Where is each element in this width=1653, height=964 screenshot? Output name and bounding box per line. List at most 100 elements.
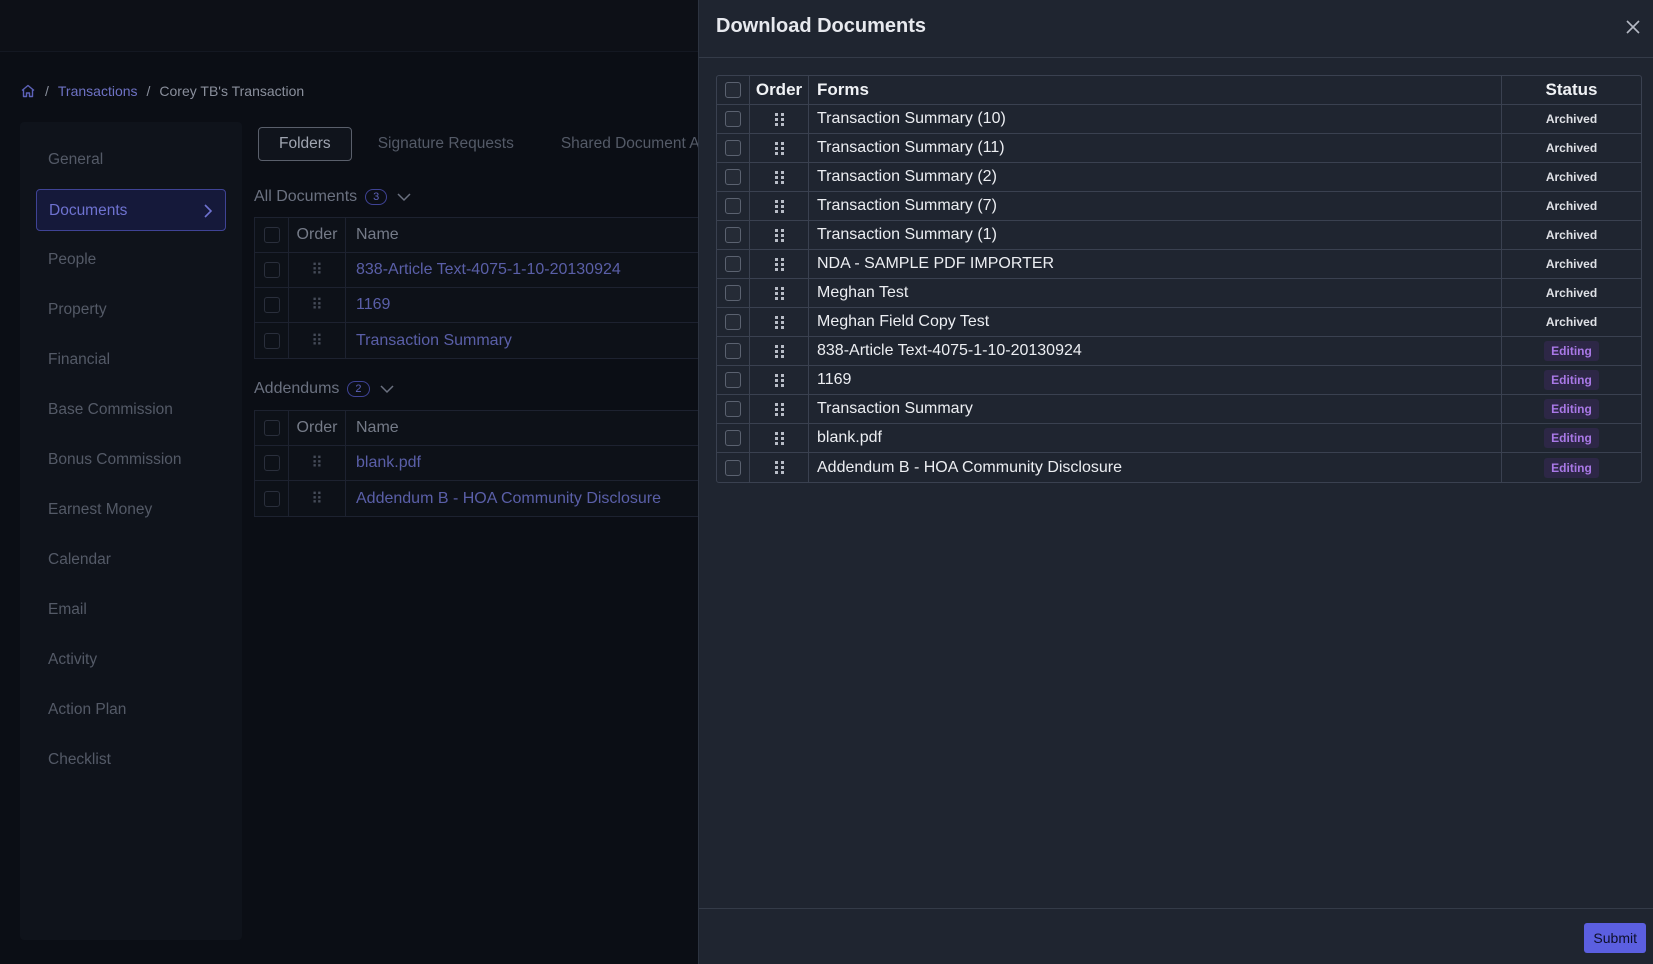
table-row: ⠿ 838-Article Text-4075-1-10-20130924 <box>255 253 698 288</box>
close-button[interactable] <box>1620 14 1646 40</box>
table-row: NDA - SAMPLE PDF IMPORTER Archived <box>717 250 1641 279</box>
all-documents-table: Order Name ⠿ 838-Article Text-4075-1-10-… <box>254 217 699 359</box>
breadcrumb-transactions[interactable]: Transactions <box>58 83 138 99</box>
sidebar-item-financial[interactable]: Financial <box>36 339 226 381</box>
table-header-row: Order Name <box>255 218 698 253</box>
row-checkbox[interactable] <box>725 198 741 214</box>
status-badge: Editing <box>1544 428 1599 448</box>
tab-signature-requests[interactable]: Signature Requests <box>378 135 514 153</box>
drag-handle-icon[interactable] <box>750 279 809 307</box>
document-link[interactable]: blank.pdf <box>346 454 421 472</box>
row-checkbox[interactable] <box>263 490 280 507</box>
drag-handle-icon[interactable] <box>750 192 809 220</box>
form-name: Transaction Summary (10) <box>809 105 1502 133</box>
row-checkbox[interactable] <box>725 314 741 330</box>
table-row: 838-Article Text-4075-1-10-20130924 Editi… <box>717 337 1641 366</box>
drag-handle-icon[interactable] <box>750 424 809 452</box>
form-name: Meghan Test <box>809 279 1502 307</box>
sidebar-item-earnest-money[interactable]: Earnest Money <box>36 489 226 531</box>
document-link[interactable]: Transaction Summary <box>346 332 512 350</box>
sidebar-item-property[interactable]: Property <box>36 289 226 331</box>
drag-handle-icon[interactable] <box>750 163 809 191</box>
drag-handle-icon[interactable] <box>750 453 809 482</box>
drag-handle-icon[interactable]: ⠿ <box>289 253 346 287</box>
row-checkbox[interactable] <box>725 401 741 417</box>
select-all-checkbox[interactable] <box>725 82 741 98</box>
row-checkbox[interactable] <box>263 297 280 313</box>
sidebar-item-action-plan[interactable]: Action Plan <box>36 689 226 731</box>
status-badge: Archived <box>1545 315 1598 329</box>
drag-handle-icon[interactable] <box>750 395 809 423</box>
row-checkbox[interactable] <box>725 430 741 446</box>
document-link[interactable]: 838-Article Text-4075-1-10-20130924 <box>346 261 621 279</box>
row-checkbox[interactable] <box>263 262 280 278</box>
table-row: Meghan Test Archived <box>717 279 1641 308</box>
form-name: Addendum B - HOA Community Disclosure <box>809 453 1502 482</box>
table-row: Addendum B - HOA Community Disclosure Edi… <box>717 453 1641 482</box>
order-header: Order <box>289 411 346 445</box>
status-badge: Editing <box>1544 370 1599 390</box>
breadcrumb: / Transactions / Corey TB's Transaction <box>20 83 304 99</box>
sidebar-item-general[interactable]: General <box>36 139 226 181</box>
row-checkbox[interactable] <box>725 140 741 156</box>
drawer-footer: Submit <box>699 908 1653 964</box>
drag-handle-icon[interactable] <box>750 308 809 336</box>
row-checkbox[interactable] <box>725 372 741 388</box>
sidebar-item-people[interactable]: People <box>36 239 226 281</box>
drag-handle-icon[interactable] <box>750 337 809 365</box>
select-all-checkbox[interactable] <box>263 227 280 243</box>
row-checkbox[interactable] <box>725 459 741 476</box>
submit-button[interactable]: Submit <box>1584 923 1646 953</box>
table-row: Transaction Summary (11) Archived <box>717 134 1641 163</box>
drag-handle-icon[interactable] <box>750 221 809 249</box>
drag-handle-icon[interactable] <box>750 250 809 278</box>
drag-handle-icon[interactable]: ⠿ <box>289 446 346 480</box>
sidebar-item-label: Documents <box>49 202 128 219</box>
row-checkbox[interactable] <box>725 256 741 272</box>
drag-handle-icon[interactable]: ⠿ <box>289 323 346 358</box>
row-checkbox[interactable] <box>725 227 741 243</box>
status-badge: Archived <box>1545 286 1598 300</box>
drag-handle-icon[interactable] <box>750 366 809 394</box>
home-icon[interactable] <box>20 83 36 99</box>
document-link[interactable]: 1169 <box>346 296 390 314</box>
table-row: ⠿ 1169 <box>255 288 698 323</box>
row-checkbox[interactable] <box>725 285 741 301</box>
breadcrumb-current: Corey TB's Transaction <box>159 83 305 99</box>
row-checkbox[interactable] <box>725 343 741 359</box>
row-checkbox[interactable] <box>725 169 741 185</box>
sidebar-item-base-commission[interactable]: Base Commission <box>36 389 226 431</box>
sidebar-item-calendar[interactable]: Calendar <box>36 539 226 581</box>
chevron-down-icon[interactable] <box>397 190 411 205</box>
forms-header: Forms <box>809 76 1502 104</box>
row-checkbox[interactable] <box>263 455 280 471</box>
table-row: Transaction Summary Editing <box>717 395 1641 424</box>
status-badge: Editing <box>1544 399 1599 419</box>
order-header: Order <box>750 76 809 104</box>
select-all-checkbox[interactable] <box>263 420 280 436</box>
addendums-header[interactable]: Addendums 2 <box>254 380 394 398</box>
download-documents-drawer: Download Documents Order Forms Status Tr… <box>698 0 1653 964</box>
name-header: Name <box>356 419 399 436</box>
tab-shared-document-access[interactable]: Shared Document Acc <box>561 135 715 153</box>
sidebar-item-activity[interactable]: Activity <box>36 639 226 681</box>
drag-handle-icon[interactable] <box>750 134 809 162</box>
sidebar-item-documents[interactable]: Documents <box>36 189 226 231</box>
row-checkbox[interactable] <box>725 111 741 127</box>
row-checkbox[interactable] <box>263 332 280 349</box>
chevron-down-icon[interactable] <box>379 382 394 397</box>
all-documents-header[interactable]: All Documents 3 <box>254 188 411 206</box>
tab-folders[interactable]: Folders <box>258 127 352 161</box>
section-title: All Documents <box>254 188 358 205</box>
sidebar-item-bonus-commission[interactable]: Bonus Commission <box>36 439 226 481</box>
sidebar-item-checklist[interactable]: Checklist <box>36 739 226 781</box>
drag-handle-icon[interactable] <box>750 105 809 133</box>
drag-handle-icon[interactable]: ⠿ <box>289 481 346 516</box>
document-link[interactable]: Addendum B - HOA Community Disclosure <box>346 490 661 508</box>
close-icon <box>1626 20 1640 34</box>
sidebar-item-email[interactable]: Email <box>36 589 226 631</box>
form-name: NDA - SAMPLE PDF IMPORTER <box>809 250 1502 278</box>
table-row: 1169 Editing <box>717 366 1641 395</box>
drag-handle-icon[interactable]: ⠿ <box>289 288 346 322</box>
table-row: ⠿ blank.pdf <box>255 446 698 481</box>
